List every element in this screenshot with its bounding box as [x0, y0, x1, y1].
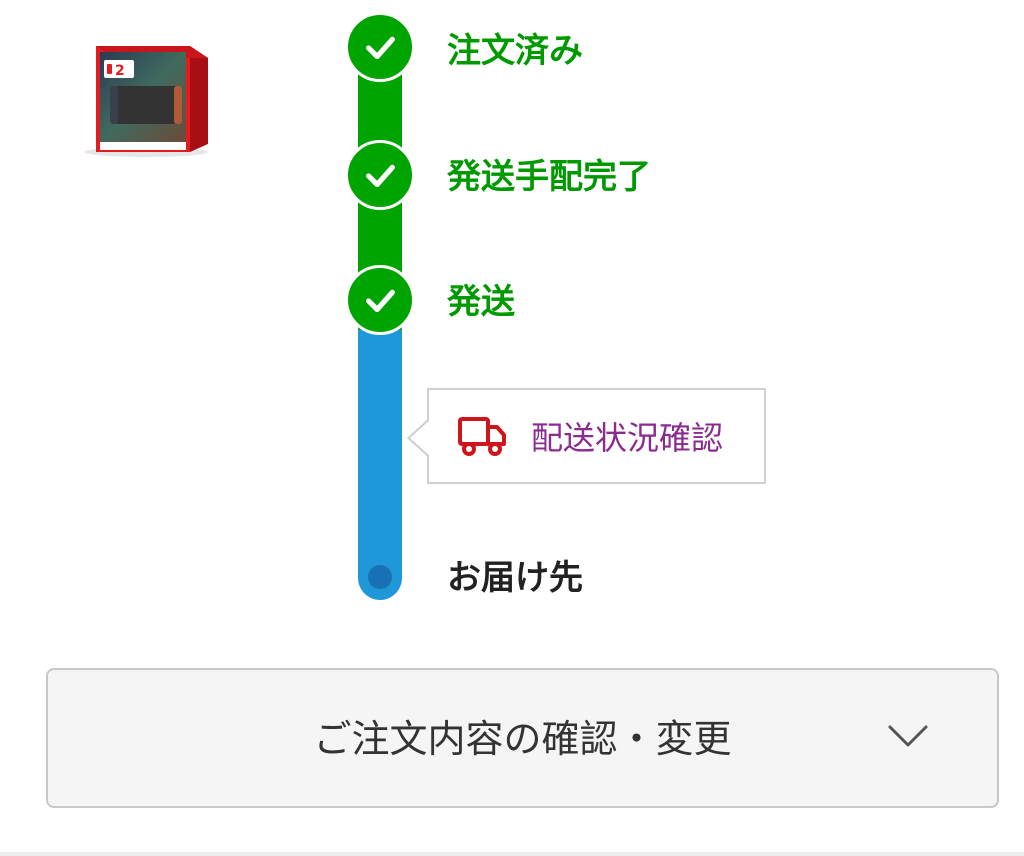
order-details-label: ご注文内容の確認・変更	[313, 717, 732, 761]
step-ordered-label: 注文済み	[447, 31, 583, 71]
step-shipped-check-icon	[345, 265, 415, 335]
divider	[0, 852, 1024, 856]
step-destination-label: お届け先	[447, 558, 583, 598]
chevron-down-icon	[887, 722, 929, 750]
order-status-page: 2 注文済み 発送手配完了 発送 お届け先 配送状況確認 ご注文内容の確認・変更	[0, 0, 1024, 856]
step-shipped-label: 発送	[447, 282, 515, 322]
delivery-truck-icon	[457, 414, 507, 458]
timeline-pending-bar	[358, 330, 402, 600]
delivery-tracking-label: 配送状況確認	[531, 419, 724, 457]
step-ordered-check-icon	[345, 12, 415, 82]
product-box-text: 2	[115, 63, 125, 79]
step-shipping-prepared-label: 発送手配完了	[447, 157, 651, 197]
delivery-tracking-button[interactable]: 配送状況確認	[407, 388, 766, 484]
destination-dot-icon	[368, 565, 392, 589]
product-image[interactable]: 2	[74, 40, 214, 158]
step-shipping-prepared-check-icon	[345, 140, 415, 210]
order-details-toggle-button[interactable]: ご注文内容の確認・変更	[46, 668, 999, 808]
